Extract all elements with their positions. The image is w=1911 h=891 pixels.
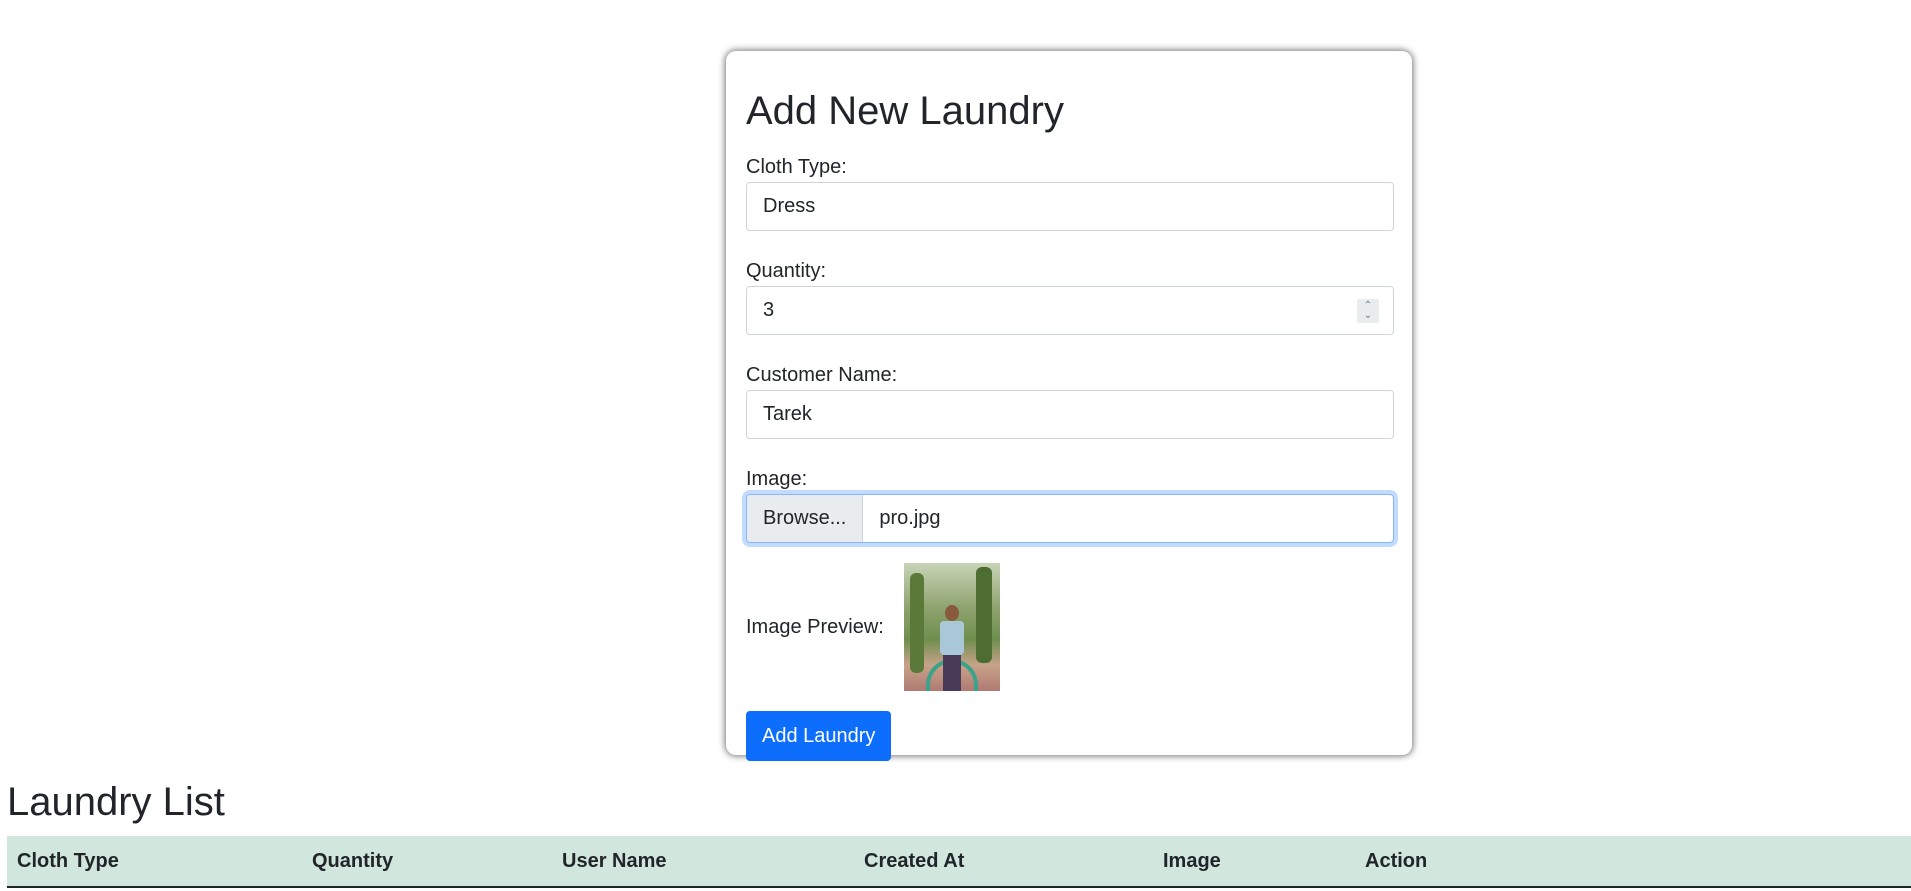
preview-person-head	[944, 605, 959, 621]
quantity-stepper[interactable]: ⌃ ⌄	[1357, 299, 1379, 323]
laundry-table-header: Cloth Type Quantity User Name Created At…	[7, 836, 1911, 888]
customer-name-label: Customer Name:	[746, 364, 898, 386]
add-laundry-button[interactable]: Add Laundry	[746, 711, 892, 761]
customer-name-group: Customer Name: Tarek	[746, 363, 1394, 439]
image-preview-row: Image Preview:	[746, 563, 1392, 691]
image-file-input[interactable]: Browse... pro.jpg	[746, 494, 1394, 543]
laundry-list-title: Laundry List	[7, 780, 225, 824]
quantity-label: Quantity:	[746, 260, 827, 282]
preview-person-body	[939, 621, 964, 655]
column-header-cloth-type: Cloth Type	[17, 850, 119, 872]
customer-name-value: Tarek	[763, 403, 812, 425]
column-header-quantity: Quantity	[312, 850, 394, 872]
column-header-created-at: Created At	[864, 850, 965, 872]
preview-tree-right	[975, 567, 992, 663]
column-header-image: Image	[1163, 850, 1221, 872]
chevron-down-icon[interactable]: ⌄	[1364, 311, 1372, 321]
quantity-group: Quantity: 3 ⌃ ⌄	[746, 259, 1394, 335]
add-laundry-form: Add New Laundry Cloth Type: Dress Quanti…	[726, 51, 1412, 761]
preview-tree-left	[909, 573, 924, 673]
column-header-action: Action	[1365, 850, 1428, 872]
cloth-type-label: Cloth Type:	[746, 156, 847, 178]
cloth-type-group: Cloth Type: Dress	[746, 155, 1394, 231]
form-title: Add New Laundry	[746, 89, 1064, 133]
image-group: Image: Browse... pro.jpg	[746, 467, 1394, 543]
image-preview-label: Image Preview:	[746, 615, 884, 638]
image-preview	[903, 563, 1000, 691]
quantity-input[interactable]: 3 ⌃ ⌄	[746, 286, 1394, 335]
column-header-user-name: User Name	[562, 850, 667, 872]
customer-name-input[interactable]: Tarek	[746, 390, 1394, 439]
cloth-type-value: Dress	[763, 195, 816, 217]
selected-file-name: pro.jpg	[879, 507, 941, 529]
image-label: Image:	[746, 468, 808, 490]
cloth-type-input[interactable]: Dress	[746, 182, 1394, 231]
browse-button[interactable]: Browse...	[747, 495, 864, 542]
preview-person-legs	[942, 655, 961, 691]
quantity-value: 3	[763, 299, 775, 321]
